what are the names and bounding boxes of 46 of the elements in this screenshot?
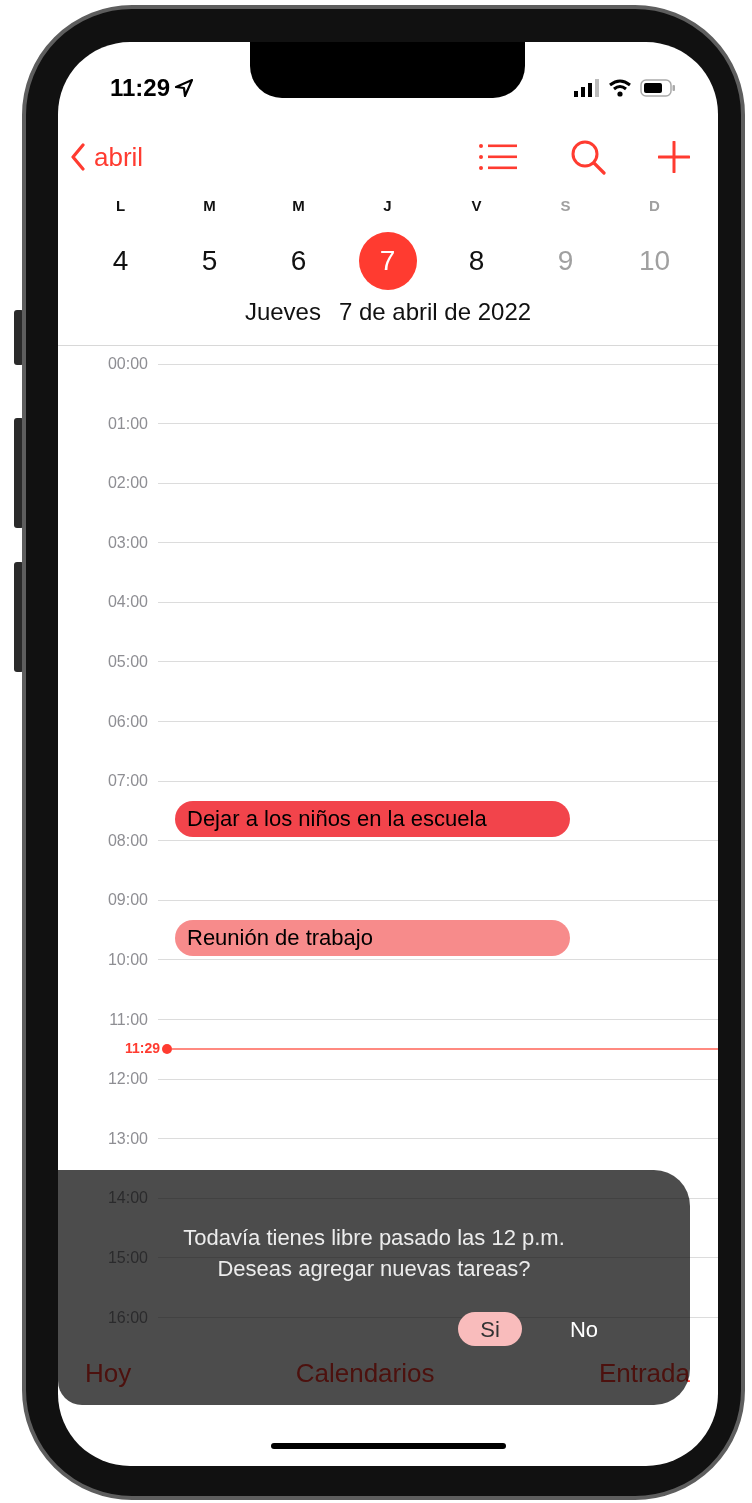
- chevron-left-icon: [70, 143, 86, 171]
- hour-label: 00:00: [106, 354, 149, 374]
- prompt-message: Todavía tienes libre pasado las 12 p.m.: [183, 1224, 565, 1252]
- day-number[interactable]: 5: [180, 232, 239, 290]
- hour-label: 01:00: [106, 413, 149, 434]
- event[interactable]: Reunión de trabajo: [175, 920, 570, 957]
- battery-icon: [640, 79, 676, 97]
- signal-icon: [574, 79, 600, 97]
- list-icon[interactable]: [478, 142, 518, 172]
- hour-label: 06:00: [106, 711, 149, 732]
- current-time-label: 11:29: [123, 1039, 161, 1059]
- weekday-letter: M: [291, 196, 306, 216]
- hour-label: 11:00: [108, 1009, 149, 1030]
- hour-label: 12:00: [106, 1069, 149, 1090]
- weekday-letter: L: [114, 196, 127, 216]
- search-icon[interactable]: [570, 139, 606, 175]
- day-number[interactable]: 6: [269, 232, 328, 290]
- hour-label: 03:00: [106, 532, 149, 553]
- weekday-letter: J: [382, 196, 393, 216]
- wifi-icon: [608, 79, 632, 97]
- date-weekday: Jueves: [244, 297, 321, 324]
- hour-label: 02:00: [106, 473, 149, 494]
- add-icon[interactable]: [658, 141, 690, 173]
- hour-label: 07:00: [106, 771, 149, 792]
- status-time: 11:29: [110, 73, 171, 103]
- hour-label: 05:00: [106, 651, 149, 672]
- hour-label: 10:00: [106, 949, 149, 970]
- prompt-button[interactable]: No: [547, 1312, 620, 1346]
- back-button[interactable]: abril: [70, 137, 144, 177]
- date-text: 7 de abril de 2022: [338, 297, 532, 324]
- prompt-message: Deseas agregar nuevas tareas?: [217, 1255, 531, 1283]
- hour-label: 09:00: [106, 890, 149, 911]
- location-arrow-icon: [174, 78, 195, 98]
- prompt-button[interactable]: Si: [458, 1312, 522, 1346]
- day-number[interactable]: 8: [447, 232, 506, 290]
- hour-label: 13:00: [106, 1128, 149, 1149]
- weekday-letter: S: [559, 196, 572, 216]
- current-time-dot: [162, 1043, 172, 1054]
- hour-label: 08:00: [106, 830, 149, 851]
- event[interactable]: Dejar a los niños en la escuela: [175, 801, 570, 838]
- weekday-letter: D: [648, 196, 661, 216]
- hour-label: 04:00: [106, 592, 149, 613]
- day-number[interactable]: 4: [91, 232, 150, 290]
- weekday-letter: M: [202, 196, 217, 216]
- day-number[interactable]: 7: [358, 232, 417, 290]
- weekday-letter: V: [470, 196, 483, 216]
